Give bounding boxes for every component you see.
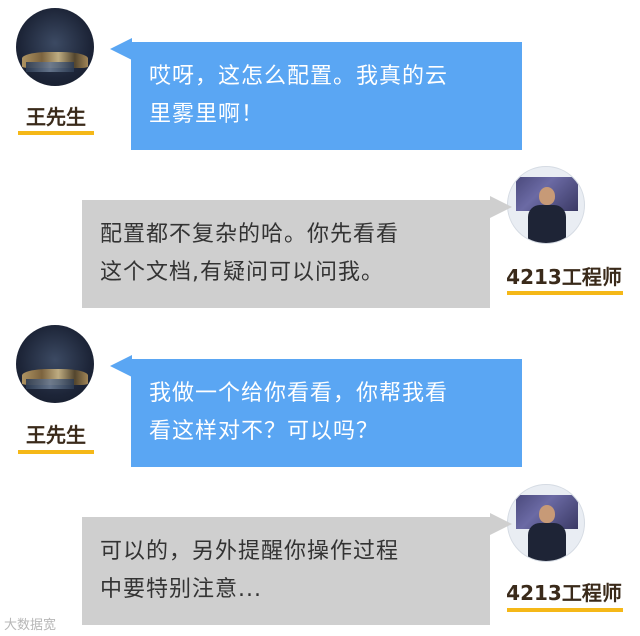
engineer-avatar xyxy=(507,484,585,562)
bubble-tail xyxy=(490,196,512,218)
engineer-name: 4213工程师 xyxy=(506,581,622,605)
customer-name-underline xyxy=(18,450,94,454)
message-bubble-1: 哎呀，这怎么配置。我真的云 里雾里啊！ xyxy=(131,42,522,150)
engineer-name: 4213工程师 xyxy=(506,265,622,289)
customer-avatar xyxy=(16,8,94,86)
message-4-line-1: 可以的，另外提醒你操作过程 xyxy=(100,539,400,564)
bubble-tail xyxy=(490,513,512,535)
message-3-line-1: 我做一个给你看看，你帮我看 xyxy=(149,381,449,406)
customer-name: 王先生 xyxy=(26,105,86,129)
customer-name-underline xyxy=(18,131,94,135)
message-1-line-1: 哎呀，这怎么配置。我真的云 xyxy=(149,64,449,89)
customer-name: 王先生 xyxy=(26,423,86,447)
engineer-avatar xyxy=(507,166,585,244)
engineer-name-underline xyxy=(507,608,623,612)
bubble-tail xyxy=(110,355,132,377)
message-bubble-4: 可以的，另外提醒你操作过程 中要特别注意... xyxy=(82,517,490,625)
engineer-name-underline xyxy=(507,291,623,295)
message-4-line-2: 中要特别注意... xyxy=(100,577,262,602)
bubble-tail xyxy=(110,38,132,60)
message-1-line-2: 里雾里啊！ xyxy=(149,102,265,127)
message-2-line-1: 配置都不复杂的哈。你先看看 xyxy=(100,222,400,247)
customer-avatar xyxy=(16,325,94,403)
message-2-line-2: 这个文档,有疑问可以问我。 xyxy=(100,260,384,285)
message-bubble-2: 配置都不复杂的哈。你先看看 这个文档,有疑问可以问我。 xyxy=(82,200,490,308)
watermark: 大数据宽 xyxy=(4,618,57,633)
message-bubble-3: 我做一个给你看看，你帮我看 看这样对不？可以吗？ xyxy=(131,359,522,467)
message-3-line-2: 看这样对不？可以吗？ xyxy=(149,419,380,444)
